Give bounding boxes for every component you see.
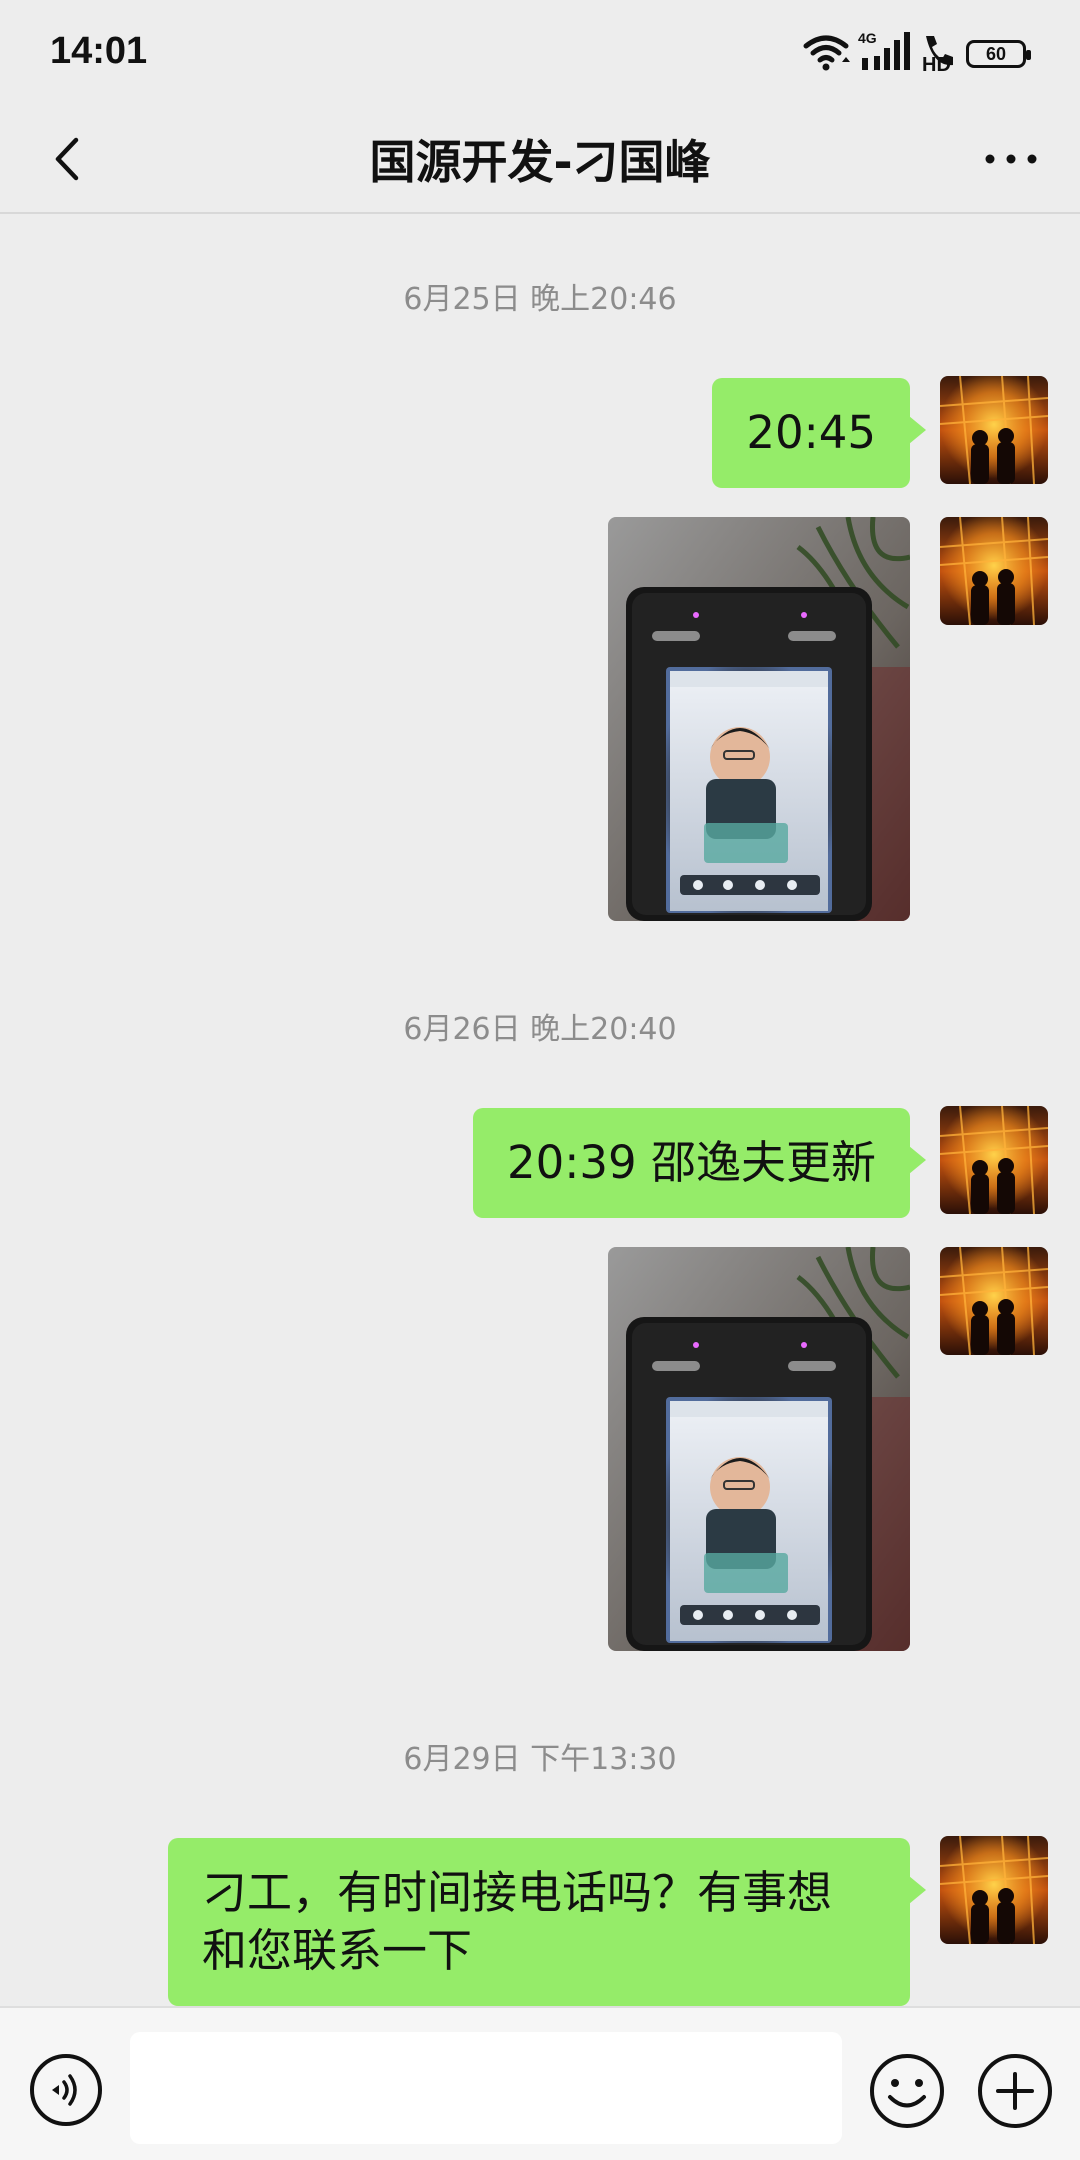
status-icons: 4G HD 60 (802, 30, 1032, 76)
more-dots-icon (985, 154, 1037, 164)
status-bar: 14:01 4G HD 60 (0, 0, 1080, 104)
chat-title: 国源开发-刁国峰 (369, 135, 711, 189)
message-bubble[interactable]: 20:39 邵逸夫更新 (473, 1108, 926, 1218)
network-type: 4G (858, 30, 877, 46)
add-button[interactable] (976, 2052, 1054, 2130)
avatar[interactable] (940, 1247, 1048, 1355)
avatar[interactable] (940, 1106, 1048, 1214)
image-message[interactable] (608, 517, 910, 921)
hd-label: HD (922, 54, 951, 76)
avatar[interactable] (940, 517, 1048, 625)
wifi-icon (803, 35, 850, 71)
chat-area[interactable]: 6月25日 晚上20:46 20:45 6月26日 晚上20:40 20:39 … (0, 216, 1080, 2006)
battery-level: 60 (985, 43, 1007, 64)
avatar[interactable] (940, 376, 1048, 484)
timestamp: 6月26日 晚上20:40 (403, 1012, 677, 1047)
voice-button[interactable] (28, 2052, 104, 2128)
message-text: 20:39 邵逸夫更新 (507, 1136, 876, 1189)
message-text: 刁工，有时间接电话吗？有事想和您联系一下 (202, 1866, 833, 1977)
timestamp: 6月29日 下午13:30 (403, 1742, 677, 1777)
timestamp: 6月25日 晚上20:46 (403, 282, 677, 317)
emoji-button[interactable] (868, 2052, 946, 2130)
emoji-icon (870, 2054, 944, 2128)
message-input[interactable] (130, 2032, 842, 2144)
message-bubble[interactable]: 刁工，有时间接电话吗？有事想和您联系一下 (168, 1838, 926, 2006)
message-text: 20:45 (746, 406, 876, 459)
message-bubble[interactable]: 20:45 (712, 378, 926, 488)
input-bar (0, 2006, 1080, 2160)
avatar[interactable] (940, 1836, 1048, 1944)
chat-header: 国源开发-刁国峰 (0, 104, 1080, 214)
status-time: 14:01 (50, 30, 148, 72)
more-button[interactable] (978, 126, 1044, 192)
battery-icon: 60 (966, 40, 1031, 68)
image-message[interactable] (608, 1247, 910, 1651)
plus-icon (978, 2054, 1052, 2128)
voice-icon (30, 2054, 102, 2126)
